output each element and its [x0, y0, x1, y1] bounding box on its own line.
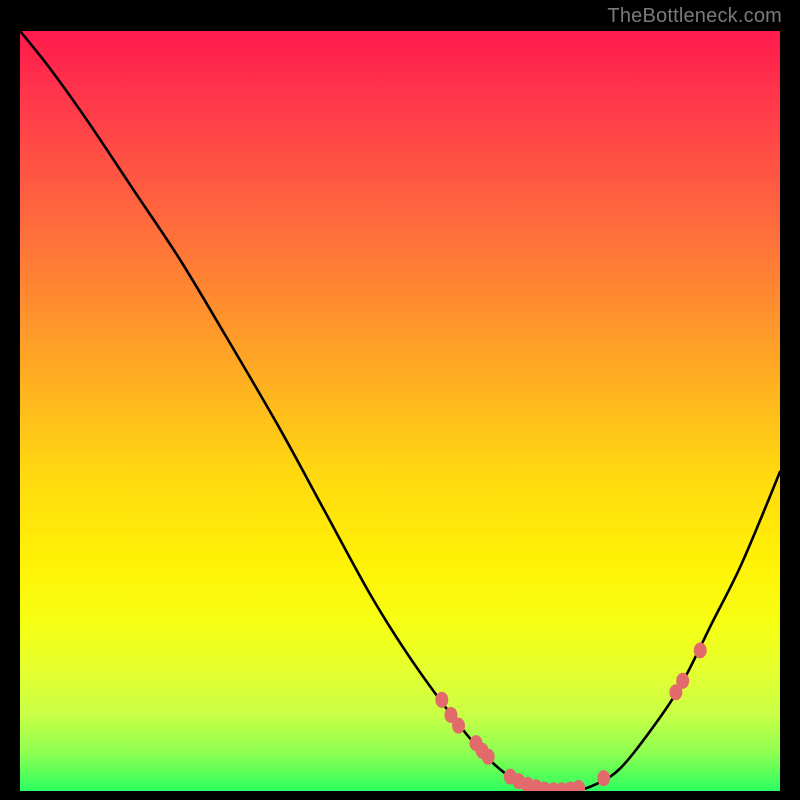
chart-frame: TheBottleneck.com: [0, 0, 800, 800]
curve-marker: [435, 692, 448, 708]
bottleneck-curve: [20, 31, 780, 791]
curve-marker: [572, 780, 585, 791]
curve-markers: [435, 642, 706, 791]
attribution-text: TheBottleneck.com: [607, 5, 782, 28]
curve-svg: [20, 31, 780, 791]
curve-marker: [597, 770, 610, 786]
curve-marker: [482, 749, 495, 765]
curve-marker: [452, 718, 465, 734]
plot-area: [20, 31, 780, 791]
curve-marker: [676, 673, 689, 689]
curve-marker: [694, 642, 707, 658]
